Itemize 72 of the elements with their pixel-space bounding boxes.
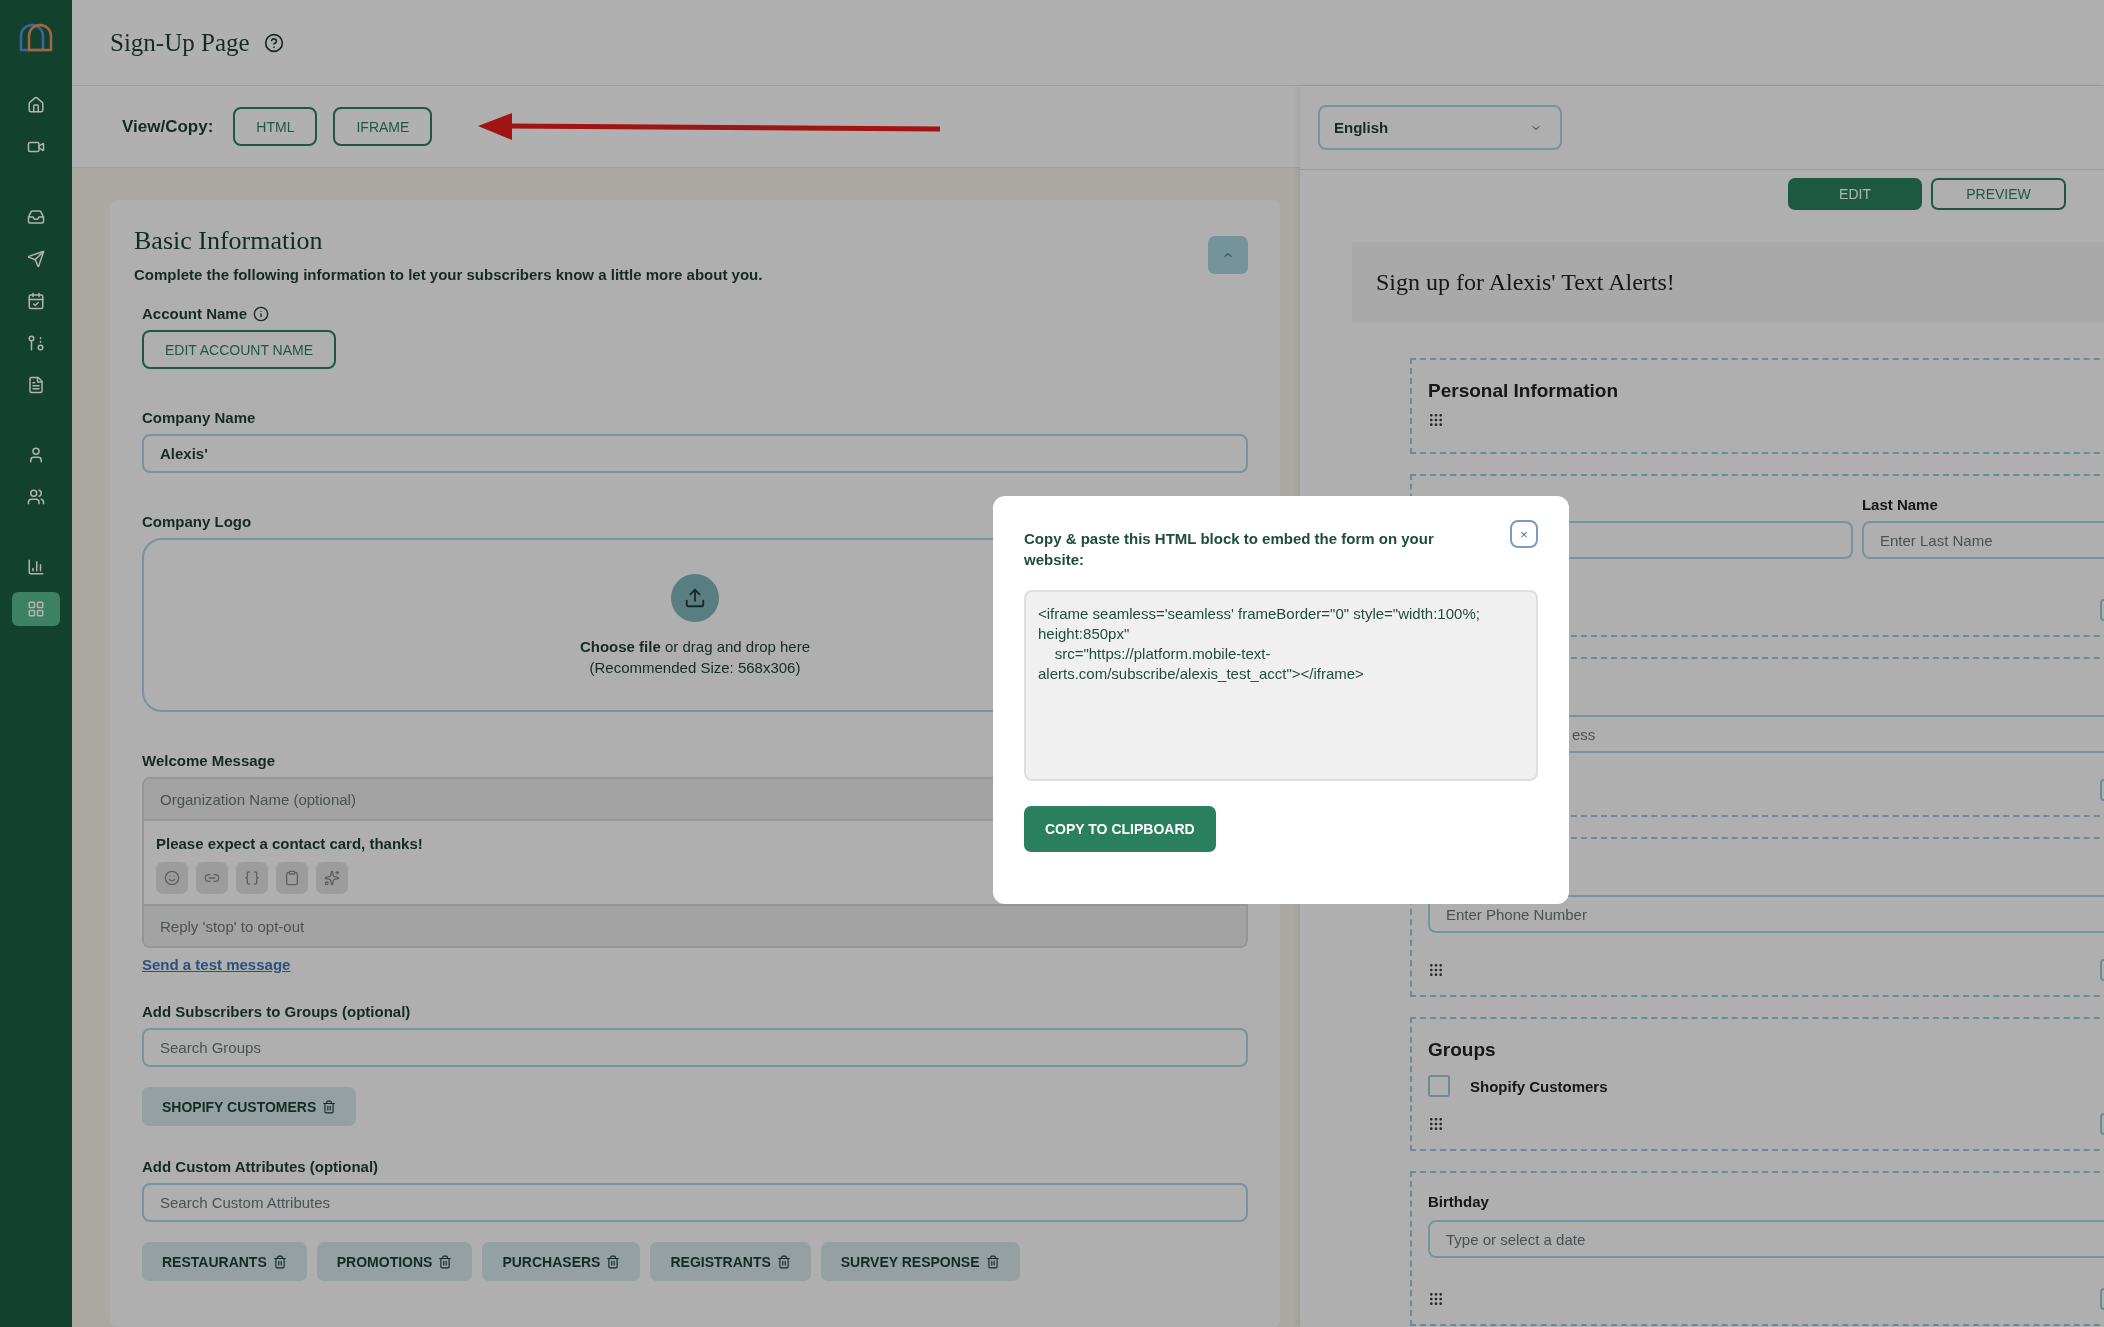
trash-icon[interactable] bbox=[322, 1099, 337, 1114]
tag-chip[interactable]: RESTAURANTS bbox=[142, 1242, 307, 1281]
trash-icon[interactable] bbox=[606, 1254, 621, 1269]
drag-handle-icon[interactable] bbox=[1428, 962, 1444, 978]
close-button[interactable]: × bbox=[1510, 520, 1538, 548]
input-field[interactable]: Alexis' bbox=[142, 434, 1248, 473]
card-title: Basic Information bbox=[134, 226, 324, 256]
form-title: Sign up for Alexis' Text Alerts! bbox=[1376, 268, 1675, 296]
send-icon bbox=[27, 250, 45, 268]
drag-handle-icon[interactable] bbox=[1428, 412, 1444, 428]
tag-chip[interactable]: SHOPIFY CUSTOMERS bbox=[142, 1087, 357, 1126]
checkbox[interactable] bbox=[1428, 1075, 1450, 1097]
field-label: Welcome Message bbox=[142, 752, 276, 769]
field-label: Add Subscribers to Groups (optional) bbox=[142, 1003, 411, 1020]
tag-chip[interactable]: REGISTRANTS bbox=[650, 1242, 811, 1281]
info-icon[interactable] bbox=[253, 305, 270, 322]
view-copy-button[interactable]: HTML bbox=[233, 107, 318, 146]
field-label: Last Name bbox=[1861, 496, 1939, 513]
upload-icon bbox=[671, 574, 719, 622]
calendar-check-icon bbox=[27, 292, 45, 310]
view-copy-label: View/Copy: bbox=[122, 116, 214, 137]
home-icon bbox=[27, 96, 45, 114]
smiley-icon[interactable] bbox=[156, 862, 188, 894]
message-text: Please expect a contact card, thanks! bbox=[156, 835, 424, 852]
send-test-link[interactable]: Send a test message bbox=[142, 956, 291, 973]
sparkle-icon[interactable] bbox=[316, 862, 348, 894]
search-field[interactable]: Search Custom Attributes bbox=[142, 1183, 1248, 1222]
section-title: Groups bbox=[1428, 1039, 1497, 1061]
clipboard-icon[interactable] bbox=[276, 862, 308, 894]
trash-icon[interactable] bbox=[776, 1254, 791, 1269]
page-title: Sign-Up Page bbox=[110, 28, 250, 57]
trash-icon[interactable] bbox=[272, 1254, 287, 1269]
field-label: Account Name bbox=[142, 305, 248, 322]
sidebar-item[interactable] bbox=[12, 592, 60, 626]
field-label: Add Custom Attributes (optional) bbox=[142, 1158, 379, 1175]
search-field[interactable]: Search Groups bbox=[142, 1028, 1248, 1067]
section-title: Personal Information bbox=[1428, 380, 1620, 402]
code-textarea[interactable]: <iframe seamless='seamless' frameBorder="0" style="width:100%; height:850px" src="https://platform.mobile-text-alerts.com/subscribe/alexis_test_acct"></iframe> bbox=[1024, 590, 1538, 781]
edit-account-name-button[interactable]: EDIT ACCOUNT NAME bbox=[142, 330, 337, 369]
language-select[interactable]: English bbox=[1318, 105, 1562, 150]
trash-icon[interactable] bbox=[985, 1254, 1000, 1269]
upload-hint: (Recommended Size: 568x306) bbox=[589, 659, 801, 676]
checkbox-label: Shopify Customers bbox=[1470, 1077, 1608, 1095]
users-icon bbox=[27, 488, 45, 506]
mode-tab[interactable]: PREVIEW bbox=[1931, 178, 2066, 210]
user-icon bbox=[27, 446, 45, 464]
view-copy-button[interactable]: IFRAME bbox=[333, 107, 433, 146]
trash-icon[interactable] bbox=[438, 1254, 453, 1269]
card-description: Complete the following information to let your subscribers know a little more about you. bbox=[134, 266, 763, 283]
tag-chip[interactable]: PURCHASERS bbox=[482, 1242, 641, 1281]
field-label: Company Name bbox=[142, 409, 256, 426]
copy-to-clipboard-button[interactable]: COPY TO CLIPBOARD bbox=[1024, 806, 1216, 852]
document-icon bbox=[27, 376, 45, 394]
drag-handle-icon[interactable] bbox=[1428, 1291, 1444, 1307]
branch-icon bbox=[27, 334, 45, 352]
drag-handle-icon[interactable] bbox=[1428, 1116, 1444, 1132]
date-field[interactable]: Type or select a date bbox=[1428, 1220, 2104, 1258]
opt-out-footer: Reply 'stop' to opt-out bbox=[144, 906, 1246, 946]
bar-chart-icon bbox=[27, 558, 45, 576]
mode-tab[interactable]: EDIT bbox=[1788, 178, 1922, 210]
tag-chip[interactable]: SURVEY RESPONSE bbox=[820, 1242, 1020, 1281]
upload-instructions: Choose file or drag and drop here bbox=[579, 638, 811, 655]
link-icon[interactable] bbox=[196, 862, 228, 894]
input-field[interactable]: Enter Last Name bbox=[1861, 521, 2104, 559]
grid-icon bbox=[27, 600, 45, 618]
help-icon[interactable] bbox=[263, 32, 284, 53]
field-label: Company Logo bbox=[142, 513, 252, 530]
braces-icon[interactable] bbox=[236, 862, 268, 894]
tag-chip[interactable]: PROMOTIONS bbox=[316, 1242, 473, 1281]
logo bbox=[18, 22, 54, 52]
inbox-icon bbox=[27, 208, 45, 226]
field-label: Birthday bbox=[1428, 1193, 1490, 1210]
